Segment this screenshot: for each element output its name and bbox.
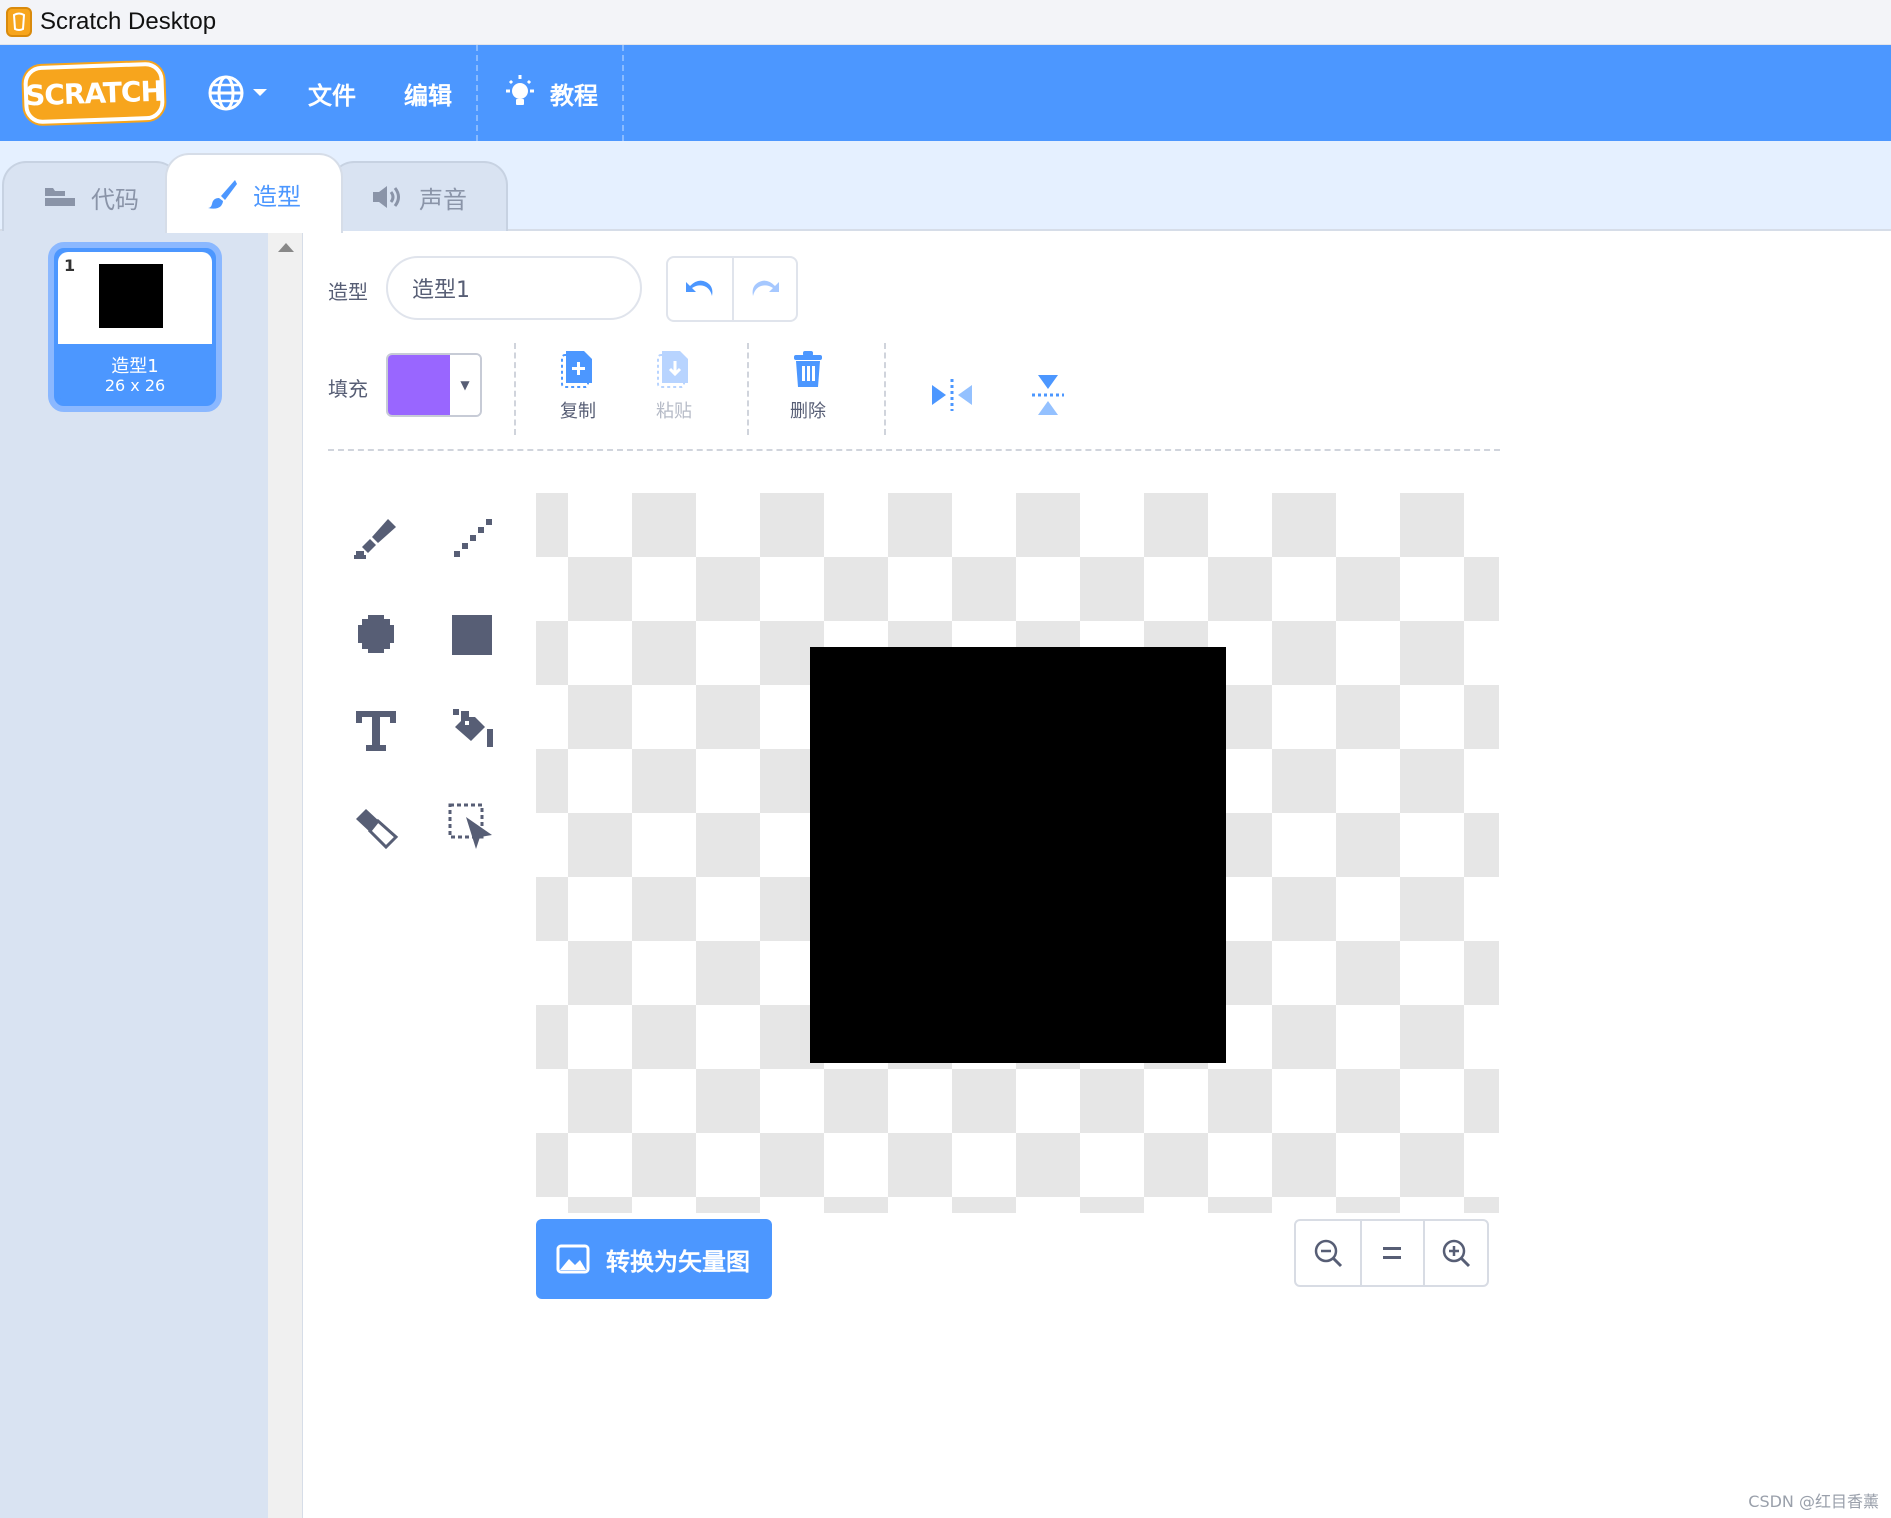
costume-thumbnail-area: 1 xyxy=(58,252,212,344)
copy-label: 复制 xyxy=(560,401,596,422)
paste-label: 粘贴 xyxy=(656,401,692,422)
canvas-black-square xyxy=(810,647,1226,1063)
toolbar-divider xyxy=(747,343,749,435)
speaker-icon xyxy=(373,186,400,208)
copy-icon xyxy=(561,351,592,388)
fill-color-picker[interactable]: ▼ xyxy=(386,353,482,417)
costume-thumbnail xyxy=(99,264,163,328)
tab-costumes-label: 造型 xyxy=(253,182,301,211)
costume-item-name: 造型1 xyxy=(111,356,159,377)
flip-vertical-icon xyxy=(1032,375,1064,415)
file-menu[interactable]: 文件 xyxy=(284,45,380,141)
eraser-icon xyxy=(356,809,399,849)
costume-list xyxy=(0,231,268,1518)
delete-label: 删除 xyxy=(790,401,826,422)
text-tool[interactable] xyxy=(346,701,406,761)
paste-button[interactable]: 粘贴 xyxy=(634,349,714,423)
scroll-up-arrow-icon[interactable] xyxy=(278,243,294,252)
toolbar-divider xyxy=(514,343,516,435)
rectangle-tool[interactable] xyxy=(442,605,502,665)
select-icon xyxy=(448,803,492,849)
circle-icon xyxy=(358,615,394,653)
tutorials-menu[interactable]: 教程 xyxy=(478,45,622,141)
costume-index: 1 xyxy=(64,256,76,275)
costume-item-size: 26 x 26 xyxy=(104,376,166,395)
globe-icon xyxy=(208,75,244,111)
flip-horizontal-icon xyxy=(932,379,972,411)
zoom-reset-button[interactable] xyxy=(1359,1221,1424,1285)
tab-sounds[interactable]: 声音 xyxy=(330,161,508,231)
tab-sounds-label: 声音 xyxy=(419,185,467,214)
trash-icon xyxy=(794,351,822,387)
fill-label: 填充 xyxy=(328,377,368,401)
brush-icon xyxy=(354,519,396,559)
code-blocks-icon xyxy=(45,188,75,206)
costume-list-scrollbar[interactable] xyxy=(268,231,303,1518)
zoom-out-button[interactable] xyxy=(1296,1221,1360,1285)
costume-name-input[interactable]: 造型1 xyxy=(386,256,642,320)
watermark-text: CSDN @红目香薰 xyxy=(1748,1492,1879,1511)
fill-icon xyxy=(453,709,493,747)
scratch-app-icon xyxy=(6,7,32,37)
tab-code[interactable]: 代码 xyxy=(2,161,180,231)
undo-button[interactable] xyxy=(668,258,732,320)
circle-tool[interactable] xyxy=(346,605,406,665)
tab-code-label: 代码 xyxy=(91,185,139,214)
convert-to-vector-button[interactable]: 转换为矢量图 xyxy=(536,1219,772,1299)
convert-to-vector-label: 转换为矢量图 xyxy=(606,1247,750,1276)
flip-vertical-button[interactable] xyxy=(1018,365,1078,425)
scratch-logo[interactable]: SCRATCH xyxy=(23,61,165,125)
tutorials-label: 教程 xyxy=(550,81,598,110)
equals-icon xyxy=(1383,1247,1402,1259)
menu-divider xyxy=(622,45,624,141)
fill-color-swatch xyxy=(388,355,450,415)
undo-redo-group xyxy=(666,256,798,322)
paint-canvas[interactable] xyxy=(536,493,1499,1213)
copy-button[interactable]: 复制 xyxy=(538,349,618,423)
image-icon xyxy=(556,1244,590,1274)
language-menu[interactable] xyxy=(190,45,284,141)
paint-editor: 造型 造型1 填充 ▼ 复制 粘贴 删除 转换为矢量图 xyxy=(304,231,1891,1518)
toolbar-divider xyxy=(884,343,886,435)
paste-icon xyxy=(657,351,688,388)
flip-horizontal-button[interactable] xyxy=(922,365,982,425)
menu-bar: SCRATCH 文件 编辑 教程 xyxy=(0,45,1891,141)
zoom-in-icon xyxy=(1442,1239,1471,1268)
edit-menu[interactable]: 编辑 xyxy=(380,45,476,141)
tab-costumes[interactable]: 造型 xyxy=(165,153,343,233)
costume-item[interactable]: 1 造型1 26 x 26 xyxy=(48,242,222,412)
window-title: Scratch Desktop xyxy=(40,8,217,35)
rectangle-icon xyxy=(452,615,492,655)
dropdown-arrow-icon: ▼ xyxy=(450,355,480,415)
line-icon xyxy=(454,519,492,557)
costume-name-label: 造型 xyxy=(328,280,368,304)
undo-icon xyxy=(686,280,713,296)
editor-tabs: 代码 声音 造型 xyxy=(0,141,1891,233)
fill-tool[interactable] xyxy=(442,701,502,761)
line-tool[interactable] xyxy=(442,509,502,569)
lightbulb-icon xyxy=(506,75,534,105)
zoom-in-button[interactable] xyxy=(1423,1221,1487,1285)
paintbrush-icon xyxy=(208,180,237,209)
text-icon xyxy=(356,711,396,751)
zoom-out-icon xyxy=(1314,1239,1342,1268)
select-tool[interactable] xyxy=(442,797,502,857)
eraser-tool[interactable] xyxy=(346,797,406,857)
brush-tool[interactable] xyxy=(346,509,406,569)
window-titlebar: Scratch Desktop xyxy=(0,0,1891,45)
zoom-controls xyxy=(1294,1219,1489,1287)
toolbar-separator xyxy=(328,449,1500,451)
chevron-down-icon xyxy=(253,89,267,96)
redo-button[interactable] xyxy=(732,258,796,320)
delete-button[interactable]: 删除 xyxy=(768,349,848,423)
redo-icon xyxy=(752,280,779,296)
